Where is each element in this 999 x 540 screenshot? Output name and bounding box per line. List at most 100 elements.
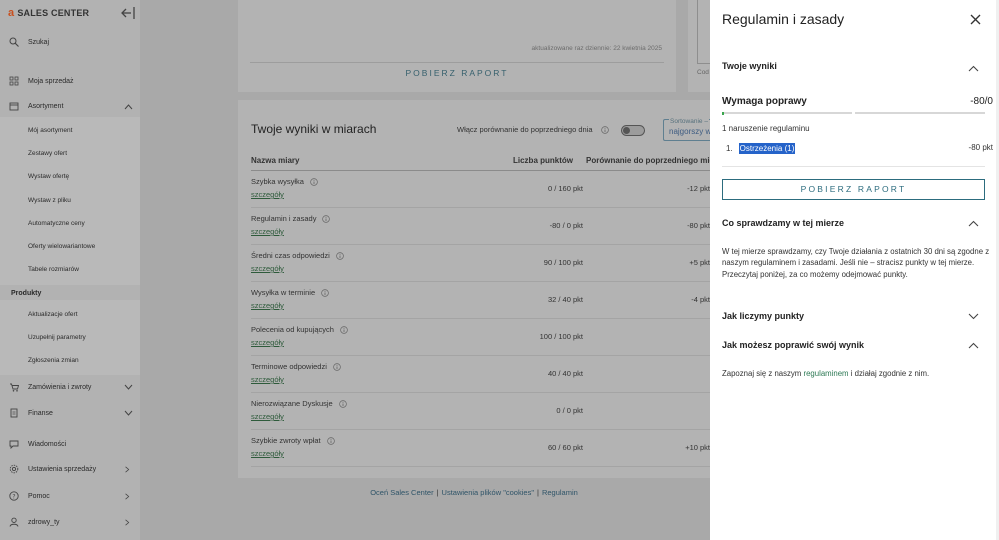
- table-row: Średni czas odpowiedzi szczegóły 90 / 100 …: [251, 245, 710, 282]
- metric-points: 0 / 0 pkt: [556, 406, 583, 415]
- sidebar-subitem-wystaw-oferte[interactable]: Wystaw ofertę: [28, 173, 69, 180]
- count-section-header[interactable]: Jak liczymy punkty: [722, 311, 804, 321]
- metric-points: 0 / 160 pkt: [547, 184, 583, 193]
- footer-link-cookies[interactable]: Ustawienia plików "cookies": [442, 488, 534, 497]
- sidebar-item-user[interactable]: zdrowy_ty: [0, 516, 140, 528]
- details-link[interactable]: szczegóły: [251, 227, 284, 236]
- info-icon[interactable]: [338, 399, 347, 408]
- progress-fill: [722, 112, 724, 115]
- sidebar-subitem-oferty-wielowariantowe[interactable]: Oferty wielowariantowe: [28, 243, 95, 250]
- chevron-up-icon[interactable]: [968, 342, 979, 349]
- metric-name-text: Szybka wysyłka: [251, 177, 304, 186]
- footer-link-regulamin[interactable]: Regulamin: [542, 488, 578, 497]
- metric-name-text: Polecenia od kupujących: [251, 325, 334, 334]
- sidebar-item-ustawienia[interactable]: Ustawienia sprzedaży: [0, 463, 140, 475]
- metric-compare: +10 pkt: [685, 443, 710, 452]
- progress-segment: [722, 112, 852, 114]
- collapse-sidebar-icon[interactable]: [120, 6, 136, 20]
- sidebar-item-label: Zamówienia i zwroty: [28, 383, 92, 391]
- footer-link-rate[interactable]: Oceń Sales Center: [370, 488, 433, 497]
- help-icon: ?: [9, 491, 19, 501]
- sidebar-item-finanse[interactable]: Finanse: [0, 407, 140, 419]
- chevron-down-icon: [124, 384, 133, 390]
- metric-name-text: Terminowe odpowiedzi: [251, 362, 327, 371]
- table-row: Polecenia od kupujących szczegóły 100 / 10…: [251, 319, 710, 356]
- sidebar-subitem-aktualizacje-ofert[interactable]: Aktualizacje ofert: [28, 311, 78, 318]
- compare-toggle[interactable]: [621, 125, 645, 136]
- grid-icon: [9, 76, 19, 86]
- metric-name-text: Nierozwiązane Dyskusje: [251, 399, 333, 408]
- sidebar-item-label: Wiadomości: [28, 440, 67, 448]
- sidebar-subitem-zestawy-ofert[interactable]: Zestawy ofert: [28, 150, 67, 157]
- close-icon[interactable]: [970, 14, 981, 25]
- info-icon[interactable]: [321, 288, 329, 297]
- metric-points: 100 / 100 pkt: [539, 332, 583, 341]
- metric-points: 90 / 100 pkt: [543, 258, 583, 267]
- info-icon[interactable]: [340, 325, 348, 334]
- info-icon[interactable]: [336, 251, 344, 260]
- details-link[interactable]: szczegóły: [251, 264, 284, 273]
- sidebar-item-zamowienia[interactable]: Zamówienia i zwroty: [0, 381, 140, 393]
- metric-compare: +5 pkt: [689, 258, 710, 267]
- chevron-up-icon[interactable]: [968, 65, 979, 72]
- sidebar-subitem-uzupelnij-parametry[interactable]: Uzupełnij parametry: [28, 334, 86, 341]
- sidebar-item-label: Finanse: [28, 409, 53, 417]
- sales-center-logo[interactable]: a SALES CENTER: [8, 7, 89, 19]
- metric-points: -80 / 0 pkt: [549, 221, 583, 230]
- sidebar-item-label: Asortyment: [28, 102, 64, 110]
- toggle-knob: [623, 127, 630, 134]
- page-title: Twoje wyniki w miarach: [251, 122, 377, 136]
- chevron-down-icon[interactable]: [968, 313, 979, 320]
- sidebar-subitem-wystaw-z-pliku[interactable]: Wystaw z pliku: [28, 197, 71, 204]
- improve-section-header[interactable]: Jak możesz poprawić swój wynik: [722, 340, 864, 350]
- sidebar-item-moja-sprzedaz[interactable]: Moja sprzedaż: [0, 75, 140, 87]
- footer-separator: |: [436, 488, 439, 497]
- details-link[interactable]: szczegóły: [251, 449, 284, 458]
- sidebar-item-wiadomosci[interactable]: Wiadomości: [0, 438, 140, 450]
- check-section-header[interactable]: Co sprawdzamy w tej mierze: [722, 218, 844, 228]
- download-report-button[interactable]: POBIERZ RAPORT: [238, 68, 676, 78]
- info-icon[interactable]: [310, 177, 318, 186]
- sidebar: a SALES CENTER Szukaj Moja sprzedaż Asor…: [0, 0, 140, 540]
- document-icon: [10, 408, 18, 418]
- sidebar-subitem-tabele-rozmiarow[interactable]: Tabele rozmiarów: [28, 266, 79, 273]
- chevron-up-icon[interactable]: [968, 220, 979, 227]
- info-icon[interactable]: [322, 214, 331, 223]
- sidebar-subitem-moj-asortyment[interactable]: Mój asortyment: [28, 127, 72, 134]
- search-icon: [9, 37, 19, 47]
- metric-name: Szybka wysyłka: [251, 177, 318, 186]
- sidebar-item-label: Moja sprzedaż: [28, 77, 74, 85]
- chevron-right-icon: [125, 518, 130, 526]
- sidebar-item-asortyment[interactable]: Asortyment: [0, 100, 140, 112]
- metric-name-text: Średni czas odpowiedzi: [251, 251, 330, 260]
- warnings-number: 1.: [726, 144, 733, 153]
- details-link[interactable]: szczegóły: [251, 301, 284, 310]
- panel-download-report-button[interactable]: POBIERZ RAPORT: [722, 179, 985, 200]
- side-card-label: Cod: [697, 69, 709, 76]
- report-card: aktualizowane raz dziennie: 22 kwietnia …: [238, 0, 676, 92]
- improve-text: Zapoznaj się z naszym regulaminem i dzia…: [722, 369, 929, 378]
- warnings-points: -80 pkt: [968, 143, 993, 152]
- logo-text: SALES CENTER: [17, 8, 90, 18]
- regulamin-link[interactable]: regulaminem: [803, 369, 848, 378]
- details-link[interactable]: szczegóły: [251, 375, 284, 384]
- details-link[interactable]: szczegóły: [251, 412, 284, 421]
- sidebar-subitem-zgloszenia-zmian[interactable]: Zgłoszenia zmian: [28, 357, 79, 364]
- info-icon[interactable]: [326, 436, 335, 445]
- warnings-item[interactable]: 1. Ostrzeżenia (1): [726, 143, 796, 154]
- sidebar-item-pomoc[interactable]: ? Pomoc: [0, 490, 140, 502]
- score-progress-bar: [722, 112, 985, 115]
- side-card: Cod: [688, 0, 711, 92]
- col-header-points: Liczba punktów: [513, 156, 573, 165]
- details-link[interactable]: szczegóły: [251, 338, 284, 347]
- sidebar-subitem-automatyczne-ceny[interactable]: Automatyczne ceny: [28, 220, 85, 227]
- chevron-down-icon: [124, 410, 133, 416]
- sidebar-item-search[interactable]: Szukaj: [0, 36, 140, 48]
- metric-points: 60 / 60 pkt: [547, 443, 583, 452]
- metric-name: Nierozwiązane Dyskusje: [251, 399, 347, 408]
- info-icon[interactable]: [333, 362, 341, 371]
- details-link[interactable]: szczegóły: [251, 190, 284, 199]
- info-icon[interactable]: [601, 126, 609, 134]
- results-header[interactable]: Twoje wyniki: [722, 61, 777, 71]
- compare-toggle-label: Włącz porównanie do poprzedniego dnia: [457, 125, 593, 134]
